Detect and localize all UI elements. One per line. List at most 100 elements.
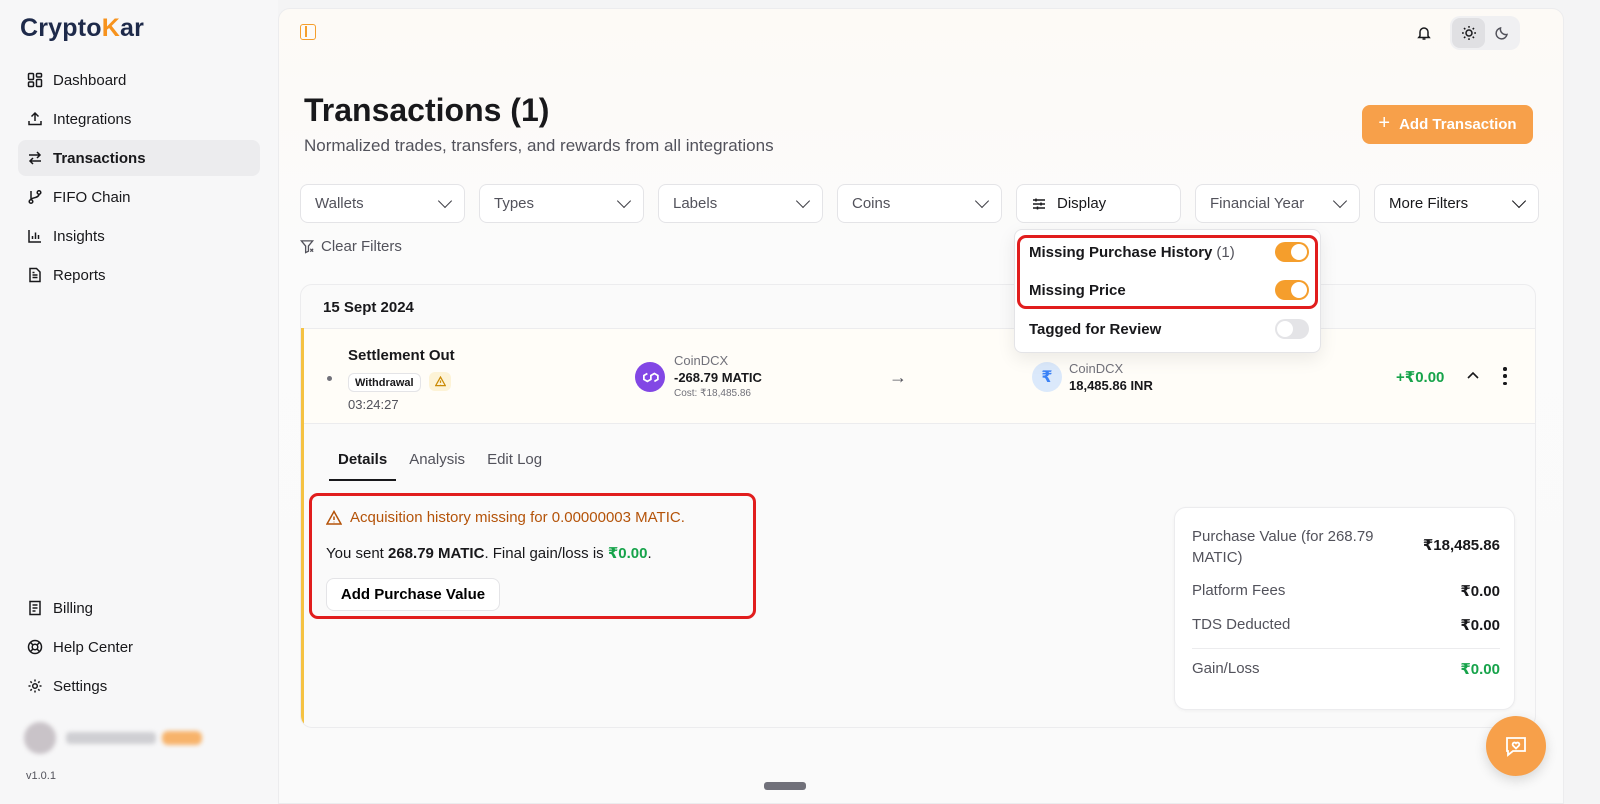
- tagged-for-review-option[interactable]: Tagged for Review: [1029, 319, 1309, 339]
- sidebar-bottom-nav: Billing Help Center Settings: [18, 590, 260, 707]
- document-icon: [26, 266, 44, 284]
- from-source-name: CoinDCX: [674, 353, 729, 368]
- display-filter[interactable]: Display: [1016, 184, 1181, 223]
- chevron-down-icon: [1511, 193, 1527, 209]
- coins-filter[interactable]: Coins: [837, 184, 1002, 223]
- transaction-row[interactable]: Settlement Out Withdrawal 03:24:27 CoinD…: [301, 328, 1535, 424]
- sidebar-item-label: Help Center: [53, 638, 134, 656]
- option-label: Missing Price: [1029, 281, 1126, 299]
- tds-deducted-label: TDS Deducted: [1192, 616, 1291, 633]
- warning-triangle-icon: [326, 509, 342, 526]
- sidebar-item-label: Billing: [53, 599, 94, 617]
- financial-year-filter[interactable]: Financial Year: [1195, 184, 1360, 223]
- sidebar-item-reports[interactable]: Reports: [18, 257, 260, 293]
- page-subtitle: Normalized trades, transfers, and reward…: [304, 136, 774, 155]
- option-count: (1): [1216, 243, 1235, 261]
- transaction-type-badge: Withdrawal: [348, 373, 421, 392]
- arrows-swap-icon: [26, 149, 44, 167]
- user-profile-card[interactable]: [24, 716, 254, 760]
- app-logo[interactable]: CryptoKar: [20, 14, 144, 43]
- missing-purchase-history-toggle[interactable]: [1275, 242, 1309, 262]
- platform-fees-label: Platform Fees: [1192, 582, 1286, 599]
- page-title: Transactions (1): [304, 92, 550, 128]
- sidebar-item-help-center[interactable]: Help Center: [18, 629, 260, 665]
- gain-loss-row: Gain/Loss ₹0.00: [1192, 660, 1500, 678]
- bell-icon[interactable]: [1408, 17, 1440, 49]
- user-name-blurred: [66, 732, 156, 744]
- sidebar-item-billing[interactable]: Billing: [18, 590, 260, 626]
- sidebar-item-settings[interactable]: Settings: [18, 668, 260, 704]
- summary-divider: [1192, 648, 1500, 649]
- sidebar-item-label: FIFO Chain: [53, 188, 131, 206]
- chevron-down-icon: [795, 193, 811, 209]
- types-filter[interactable]: Types: [479, 184, 644, 223]
- purchase-value-label: Purchase Value (for 268.79 MATIC): [1192, 528, 1374, 566]
- clear-filters-label: Clear Filters: [321, 238, 402, 255]
- sent-gain: ₹0.00: [607, 545, 648, 562]
- transaction-group-card: 15 Sept 2024 Settlement Out Withdrawal 0…: [300, 284, 1536, 728]
- wallets-filter[interactable]: Wallets: [300, 184, 465, 223]
- missing-price-toggle[interactable]: [1275, 280, 1309, 300]
- sliders-icon: [1031, 196, 1047, 212]
- add-transaction-label: Add Transaction: [1399, 116, 1517, 133]
- logo-text-prefix: Crypto: [20, 14, 102, 42]
- sent-prefix: You sent: [326, 545, 388, 562]
- tab-details[interactable]: Details: [329, 451, 397, 481]
- labels-filter-label: Labels: [673, 195, 718, 212]
- sidebar-item-insights[interactable]: Insights: [18, 218, 260, 254]
- moon-icon[interactable]: [1485, 18, 1518, 48]
- sidebar-item-transactions[interactable]: Transactions: [18, 140, 260, 176]
- display-filter-label: Display: [1057, 195, 1107, 212]
- missing-price-option[interactable]: Missing Price: [1029, 280, 1309, 300]
- chat-heart-icon: [1506, 737, 1526, 757]
- sidebar-item-label: Settings: [53, 677, 108, 695]
- lifebuoy-icon: [26, 638, 44, 656]
- add-purchase-value-button[interactable]: Add Purchase Value: [326, 578, 500, 611]
- purchase-value-row: Purchase Value (for 268.79 MATIC) ₹18,485…: [1192, 526, 1500, 568]
- sidebar-toggle-icon[interactable]: [300, 24, 316, 40]
- sidebar-nav: Dashboard Integrations Transactions FIFO…: [18, 62, 260, 296]
- app-version: v1.0.1: [26, 770, 56, 782]
- add-transaction-button[interactable]: + Add Transaction: [1362, 105, 1533, 144]
- to-source-name: CoinDCX: [1069, 361, 1124, 376]
- filter-bar: Wallets Types Labels Coins Display Finan…: [300, 184, 1539, 223]
- chevron-up-icon[interactable]: [1465, 367, 1481, 383]
- sidebar-item-dashboard[interactable]: Dashboard: [18, 62, 260, 98]
- plus-icon: +: [1378, 112, 1391, 134]
- coins-filter-label: Coins: [852, 195, 891, 212]
- avatar: [24, 722, 56, 754]
- sent-summary-text: You sent 268.79 MATIC. Final gain/loss i…: [326, 544, 652, 562]
- sidebar: CryptoKar Dashboard Integrations Transac…: [0, 0, 278, 804]
- sidebar-item-fifo-chain[interactable]: FIFO Chain: [18, 179, 260, 215]
- scroll-indicator[interactable]: [764, 782, 806, 790]
- sidebar-item-label: Transactions: [53, 149, 146, 167]
- polygon-matic-icon: [635, 362, 665, 392]
- more-filters-button[interactable]: More Filters: [1374, 184, 1539, 223]
- alert-message-line: Acquisition history missing for 0.000000…: [326, 509, 685, 526]
- clear-filters-button[interactable]: Clear Filters: [300, 238, 402, 255]
- dashboard-grid-icon: [26, 71, 44, 89]
- sidebar-item-label: Integrations: [53, 110, 132, 128]
- purchase-value: ₹18,485.86: [1422, 537, 1500, 554]
- platform-fees-value: ₹0.00: [1460, 583, 1500, 600]
- tab-analysis[interactable]: Analysis: [400, 451, 474, 481]
- from-cost: Cost: ₹18,485.86: [674, 388, 751, 399]
- sun-icon[interactable]: [1452, 18, 1485, 48]
- sent-middle: . Final gain/loss is: [484, 545, 608, 562]
- display-options-menu: Missing Purchase History (1) Missing Pric…: [1014, 229, 1321, 353]
- tagged-for-review-toggle[interactable]: [1275, 319, 1309, 339]
- chevron-down-icon: [1332, 193, 1348, 209]
- platform-fees-row: Platform Fees ₹0.00: [1192, 582, 1500, 600]
- filter-x-icon: [300, 239, 315, 254]
- labels-filter[interactable]: Labels: [658, 184, 823, 223]
- more-vertical-icon[interactable]: [1499, 367, 1511, 385]
- chat-support-button[interactable]: [1486, 716, 1546, 776]
- logo-text-k: K: [101, 14, 121, 42]
- gain-loss-value: ₹0.00: [1460, 661, 1500, 678]
- tab-edit-log[interactable]: Edit Log: [478, 451, 551, 481]
- sidebar-item-label: Insights: [53, 227, 105, 245]
- sidebar-item-label: Reports: [53, 266, 106, 284]
- sidebar-item-integrations[interactable]: Integrations: [18, 101, 260, 137]
- logo-text-suffix: ar: [120, 14, 145, 42]
- missing-purchase-history-option[interactable]: Missing Purchase History (1): [1029, 242, 1309, 262]
